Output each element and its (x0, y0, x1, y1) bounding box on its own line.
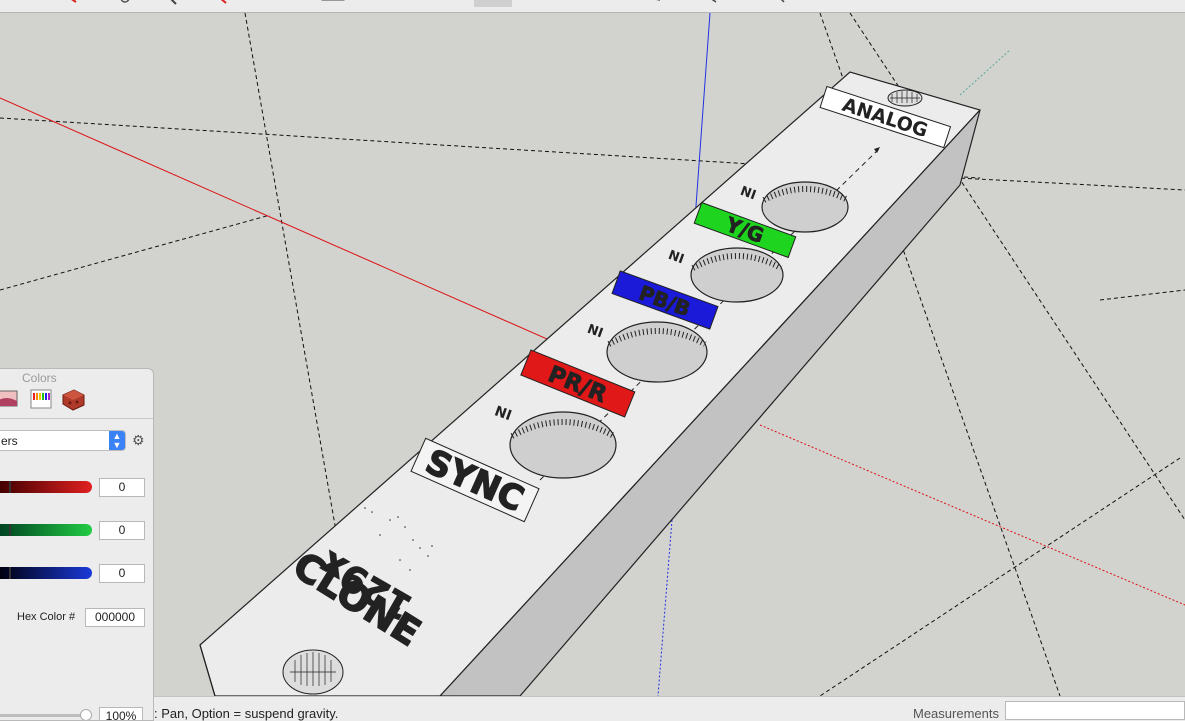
mount-hole (282, 649, 344, 695)
opacity-slider-thumb[interactable] (80, 709, 92, 720)
status-bar: : Pan, Option = suspend gravity. Measure… (154, 696, 1185, 721)
red-value-field[interactable]: 0 (99, 478, 145, 497)
red-axis (0, 97, 641, 381)
image-palette-icon[interactable] (0, 387, 20, 411)
colors-panel: Colors ers ▲ ▼ ⚙ 0 0 0 Hex Color # 000000… (0, 368, 154, 721)
rca-hole-2 (690, 247, 784, 303)
rca-hole-4 (509, 411, 617, 479)
red-slider[interactable] (0, 481, 92, 493)
blue-slider-knob[interactable] (9, 567, 11, 579)
blue-slider[interactable] (0, 567, 92, 579)
measurements-label: Measurements (913, 706, 999, 721)
chevron-updown-icon: ▲ ▼ (109, 431, 125, 450)
opacity-field[interactable]: 100% (99, 707, 143, 720)
brick-icon[interactable] (60, 387, 85, 411)
divider (0, 418, 153, 419)
green-slider[interactable] (0, 524, 92, 536)
colors-panel-title: Colors (22, 371, 57, 385)
mount-hole (887, 89, 923, 107)
green-value-field[interactable]: 0 (99, 521, 145, 540)
green-slider-knob[interactable] (9, 524, 11, 536)
rca-hole-3 (606, 321, 708, 383)
hex-color-field[interactable]: 000000 (85, 608, 145, 627)
toolbar (0, 0, 1185, 13)
hex-color-label: Hex Color # (17, 611, 76, 623)
pencils-icon[interactable] (30, 387, 54, 411)
opacity-slider[interactable] (0, 714, 90, 717)
status-hint: : Pan, Option = suspend gravity. (154, 706, 339, 721)
slider-mode-select[interactable]: ers ▲ ▼ (0, 430, 126, 451)
gear-icon[interactable]: ⚙ (132, 432, 145, 449)
3d-viewport[interactable]: ANALOG Y/G PB/B PR/R SYNC IN IN IN IN 12… (0, 13, 1185, 696)
measurements-field[interactable] (1005, 701, 1185, 720)
blue-value-field[interactable]: 0 (99, 564, 145, 583)
slider-mode-label: ers (1, 434, 18, 448)
red-slider-knob[interactable] (9, 481, 11, 493)
toolbar-icons[interactable] (0, 0, 800, 12)
rca-hole-1 (761, 181, 850, 233)
